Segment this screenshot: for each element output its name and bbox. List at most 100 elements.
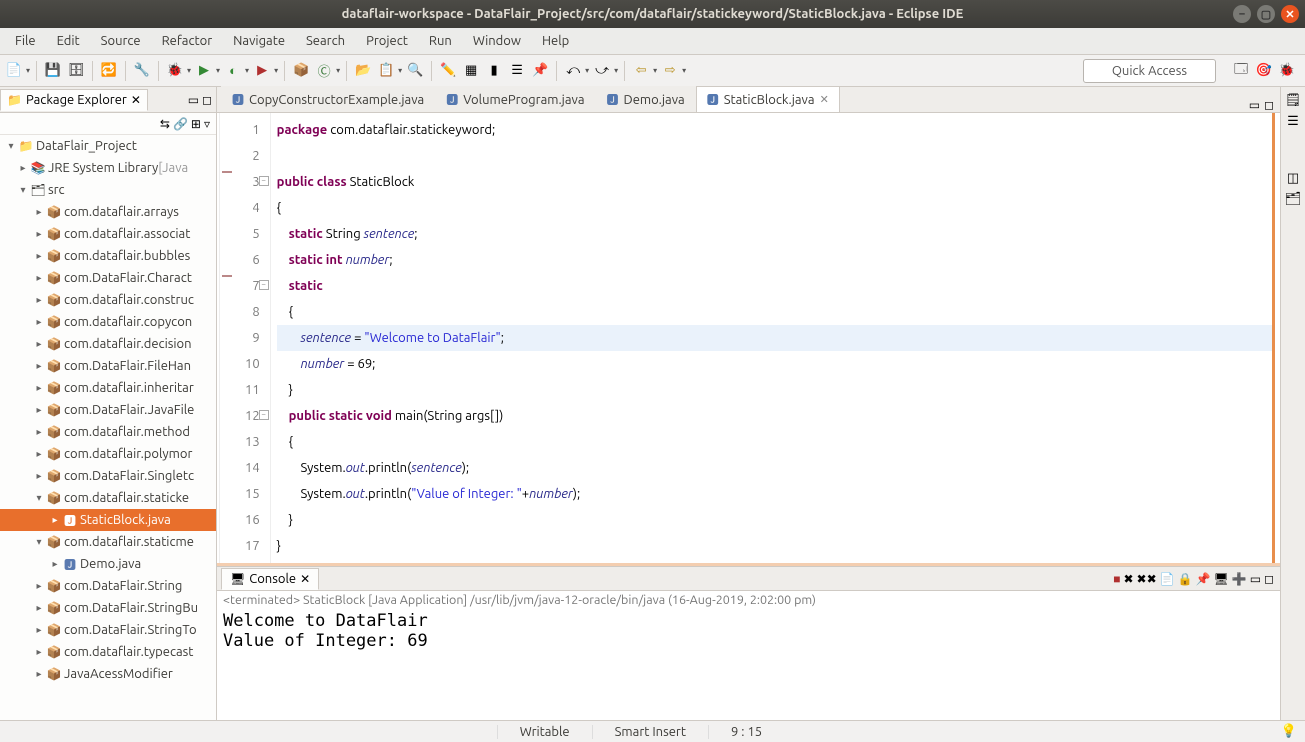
minimize-button[interactable]: – — [1233, 5, 1251, 23]
link-editor-icon[interactable]: 🔗 — [173, 117, 188, 131]
run-icon[interactable]: ▶ — [194, 61, 214, 81]
tree-item[interactable]: ▾📦com.dataflair.staticme — [0, 531, 216, 553]
new-class-icon[interactable]: Ⓒ — [314, 61, 334, 81]
code-line[interactable]: System.out.println(sentence); — [277, 455, 1272, 481]
tip-icon[interactable]: 💡 — [1281, 724, 1305, 739]
console-max-icon[interactable]: ◻ — [1264, 572, 1274, 586]
code-line[interactable]: } — [277, 377, 1272, 403]
terminate-icon[interactable]: ■ — [1113, 572, 1120, 586]
code-line[interactable]: { — [277, 429, 1272, 455]
tree-item[interactable]: ▸📚JRE System Library [Java — [0, 157, 216, 179]
toggle-mark-icon[interactable]: ✏️ — [438, 61, 458, 81]
tree-item[interactable]: ▸📦com.DataFlair.JavaFile — [0, 399, 216, 421]
editor-tab[interactable]: 🅹StaticBlock.java✕ — [696, 86, 840, 112]
expand-icon[interactable]: ▸ — [32, 206, 46, 218]
menu-file[interactable]: File — [6, 31, 45, 51]
expand-icon[interactable]: ▸ — [32, 404, 46, 416]
code-line[interactable]: number = 69; — [277, 351, 1272, 377]
expand-icon[interactable]: ▸ — [32, 426, 46, 438]
coverage-icon[interactable]: ◐ — [223, 61, 243, 81]
expand-icon[interactable]: ▸ — [32, 316, 46, 328]
expand-icon[interactable]: ▾ — [32, 492, 46, 504]
tree-item[interactable]: ▸📦com.dataflair.decision — [0, 333, 216, 355]
expand-icon[interactable]: ▾ — [16, 184, 30, 196]
new-package-icon[interactable]: 📦 — [291, 61, 311, 81]
expand-icon[interactable]: ▸ — [16, 162, 30, 174]
code-line[interactable]: } — [277, 533, 1272, 559]
outline-icon[interactable]: 🗒 — [1285, 93, 1302, 108]
tree-item[interactable]: ▸📦com.dataflair.bubbles — [0, 245, 216, 267]
tree-item[interactable]: ▸📦com.DataFlair.Singletc — [0, 465, 216, 487]
fold-icon[interactable]: − — [259, 280, 269, 290]
editor-max-icon[interactable]: ◻ — [1264, 98, 1274, 112]
console-min-icon[interactable]: ▭ — [1250, 572, 1261, 586]
new-icon[interactable]: 📄 — [4, 61, 24, 81]
list-icon[interactable]: ☰ — [507, 61, 527, 81]
code-line[interactable] — [277, 143, 1272, 169]
menu-navigate[interactable]: Navigate — [224, 31, 294, 51]
tree-item[interactable]: ▸📦com.dataflair.associat — [0, 223, 216, 245]
ext-tools-icon[interactable]: ▶ — [252, 61, 272, 81]
tree-item[interactable]: ▸📦com.DataFlair.Charact — [0, 267, 216, 289]
editor-tab[interactable]: 🅹Demo.java — [596, 86, 696, 112]
tree-item[interactable]: ▸📦com.dataflair.construc — [0, 289, 216, 311]
expand-icon[interactable]: ▸ — [32, 228, 46, 240]
menu-help[interactable]: Help — [533, 31, 578, 51]
expand-icon[interactable]: ▸ — [32, 294, 46, 306]
code-line[interactable]: public class StaticBlock — [277, 169, 1272, 195]
tree-item[interactable]: ▸📦JavaAcessModifier — [0, 663, 216, 685]
expand-icon[interactable]: ▸ — [32, 338, 46, 350]
expand-icon[interactable]: ▾ — [4, 140, 18, 152]
editor-min-icon[interactable]: ▭ — [1249, 98, 1260, 112]
ws-icon[interactable]: ▦ — [461, 61, 481, 81]
menu-run[interactable]: Run — [420, 31, 461, 51]
hierarchy-icon[interactable]: 🗂 — [1285, 192, 1302, 207]
pin-icon[interactable]: 📌 — [530, 61, 550, 81]
tree-item[interactable]: ▸📦com.DataFlair.StringTo — [0, 619, 216, 641]
tree-item[interactable]: ▸📦com.dataflair.method — [0, 421, 216, 443]
focus-icon[interactable]: ⊞ — [191, 117, 201, 131]
menu-source[interactable]: Source — [92, 31, 150, 51]
remove-launch-icon[interactable]: ✖ — [1123, 572, 1133, 586]
tree-item[interactable]: ▾🗂src — [0, 179, 216, 201]
close-view-icon[interactable]: ✕ — [131, 93, 141, 107]
maximize-button[interactable]: ▢ — [1257, 5, 1275, 23]
open-task-icon[interactable]: 📋 — [376, 61, 396, 81]
code-line[interactable]: static int number; — [277, 247, 1272, 273]
collapse-all-icon[interactable]: ⇆ — [160, 117, 170, 131]
code-line[interactable]: { — [277, 195, 1272, 221]
expand-icon[interactable]: ▸ — [32, 448, 46, 460]
expand-icon[interactable]: ▸ — [32, 646, 46, 658]
tree-item[interactable]: ▸📦com.dataflair.inheritar — [0, 377, 216, 399]
code-line[interactable]: { — [277, 299, 1272, 325]
clear-console-icon[interactable]: 📄 — [1160, 572, 1175, 586]
tree-item[interactable]: ▸📦com.dataflair.arrays — [0, 201, 216, 223]
back-icon[interactable]: ⇦ — [631, 61, 651, 81]
code-line[interactable]: static String sentence; — [277, 221, 1272, 247]
expand-icon[interactable]: ▸ — [32, 360, 46, 372]
scroll-lock-icon[interactable]: 🔒 — [1178, 572, 1193, 586]
tree-item[interactable]: ▸📦com.DataFlair.String — [0, 575, 216, 597]
open-console-icon[interactable]: ➕ — [1232, 572, 1247, 586]
code-line[interactable]: package com.dataflair.statickeyword; — [277, 117, 1272, 143]
fold-icon[interactable]: − — [259, 176, 269, 186]
code-line[interactable]: static — [277, 273, 1272, 299]
display-sel-icon[interactable]: 🖥 — [1214, 572, 1229, 586]
task-list-icon[interactable]: ☰ — [1287, 114, 1299, 129]
expand-icon[interactable]: ▸ — [32, 272, 46, 284]
tree-item[interactable]: ▸🅹Demo.java — [0, 553, 216, 575]
expand-icon[interactable]: ▸ — [32, 602, 46, 614]
code-line[interactable]: sentence = "Welcome to DataFlair"; — [277, 325, 1272, 351]
tree-item[interactable]: ▸📦com.dataflair.copycon — [0, 311, 216, 333]
close-tab-icon[interactable]: ✕ — [820, 93, 829, 106]
expand-icon[interactable]: ▸ — [32, 250, 46, 262]
close-console-icon[interactable]: ✕ — [300, 572, 310, 586]
debug-icon[interactable]: 🐞 — [165, 61, 185, 81]
expand-icon[interactable]: ▸ — [32, 580, 46, 592]
menu-project[interactable]: Project — [357, 31, 417, 51]
expand-icon[interactable]: ▸ — [48, 558, 62, 570]
debug-perspective-icon[interactable]: 🐞 — [1277, 61, 1297, 81]
editor-tab[interactable]: 🅹CopyConstructorExample.java — [221, 86, 435, 112]
project-tree[interactable]: ▾📁DataFlair_Project▸📚JRE System Library … — [0, 135, 216, 720]
close-button[interactable]: ✕ — [1281, 5, 1299, 23]
